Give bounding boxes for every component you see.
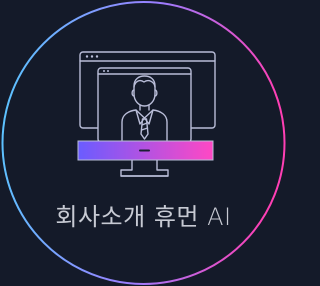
logo-caption: 회사소개 휴먼 AI: [55, 203, 232, 231]
monitor-stand: [120, 159, 169, 177]
monitor-shape: [97, 67, 192, 143]
logo-graphic: [1, 1, 286, 285]
logo-badge: 회사소개 휴먼 AI: [0, 0, 287, 286]
